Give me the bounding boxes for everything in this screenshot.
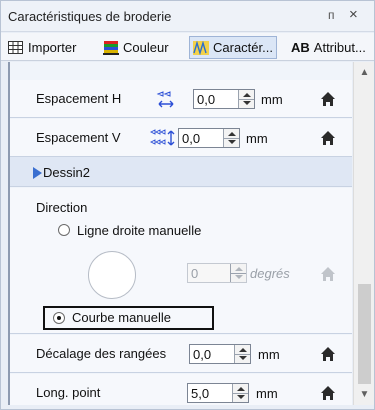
- scrollbar-thumb[interactable]: [358, 284, 371, 384]
- properties-list: Espacement H 0,0 mm Espacement V 0,0 mm …: [8, 62, 352, 405]
- long-point-unit: mm: [256, 386, 278, 401]
- espacement-h-spin-buttons[interactable]: [238, 90, 254, 108]
- espacement-v-label: Espacement V: [36, 130, 121, 145]
- espacement-h-unit: mm: [261, 92, 283, 107]
- stitch-pattern-icon: [193, 40, 209, 55]
- espacement-h-label: Espacement H: [36, 91, 122, 106]
- embroidery-properties-panel: Caractéristiques de broderie ᴨ × Importe…: [0, 0, 375, 410]
- section-dessin2[interactable]: Dessin2: [10, 157, 352, 187]
- tab-couleur-label: Couleur: [123, 40, 169, 55]
- radio-manual-line-label[interactable]: Ligne droite manuelle: [77, 223, 201, 238]
- expand-triangle-icon[interactable]: [33, 167, 42, 179]
- radio-manual-curve[interactable]: [53, 312, 65, 324]
- decalage-unit: mm: [258, 347, 280, 362]
- home-default-icon[interactable]: [321, 386, 335, 400]
- ab-text-icon: AB: [291, 40, 310, 55]
- espacement-v-unit: mm: [246, 131, 268, 146]
- espacement-h-stepper[interactable]: 0,0: [193, 89, 255, 109]
- tab-couleur[interactable]: Couleur: [100, 36, 172, 59]
- angle-dial[interactable]: [88, 251, 136, 299]
- tab-importer-label: Importer: [28, 40, 77, 55]
- row-espacement-h: Espacement H 0,0 mm: [10, 80, 352, 118]
- horizontal-spacing-icon: [156, 91, 174, 108]
- espacement-v-value[interactable]: 0,0: [182, 131, 200, 146]
- direction-label: Direction: [36, 200, 88, 215]
- tab-caracteristiques[interactable]: Caractér...: [189, 36, 277, 59]
- long-point-stepper[interactable]: 5,0: [187, 383, 249, 403]
- tab-attributs-label: Attribut...: [313, 40, 366, 55]
- decalage-value[interactable]: 0,0: [193, 347, 211, 362]
- angle-unit: degrés: [250, 266, 290, 281]
- espacement-h-value[interactable]: 0,0: [197, 92, 215, 107]
- row-long-point: Long. point 5,0 mm: [10, 374, 352, 405]
- grid-icon: [8, 40, 23, 54]
- row-decalage: Décalage des rangées 0,0 mm: [10, 335, 352, 373]
- panel-title: Caractéristiques de broderie: [8, 9, 172, 24]
- vertical-spacing-icon: [150, 129, 175, 146]
- angle-stepper[interactable]: 0: [187, 263, 247, 283]
- vertical-scrollbar[interactable]: ▲ ▼: [353, 62, 374, 405]
- angle-value[interactable]: 0: [191, 266, 198, 281]
- radio-manual-line[interactable]: [58, 224, 70, 236]
- tab-bar: Importer Couleur Caractér... AB Attribut…: [1, 33, 374, 61]
- espacement-v-stepper[interactable]: 0,0: [178, 128, 240, 148]
- espacement-v-spin-buttons[interactable]: [223, 129, 239, 147]
- decalage-spin-buttons[interactable]: [234, 345, 250, 363]
- pin-icon[interactable]: ᴨ: [328, 8, 335, 22]
- decalage-stepper[interactable]: 0,0: [189, 344, 251, 364]
- tab-importer[interactable]: Importer: [5, 36, 79, 59]
- home-default-icon: [321, 267, 335, 281]
- home-default-icon[interactable]: [321, 92, 335, 106]
- long-point-value[interactable]: 5,0: [191, 386, 209, 401]
- tab-attributs[interactable]: AB Attribut...: [288, 36, 369, 59]
- panel-titlebar: Caractéristiques de broderie ᴨ ×: [1, 1, 374, 32]
- angle-spin-buttons[interactable]: [230, 264, 246, 282]
- color-stripes-icon: [103, 40, 119, 55]
- direction-group: Direction Ligne droite manuelle 0 degrés…: [10, 188, 352, 334]
- scroll-down-icon[interactable]: ▼: [354, 386, 375, 404]
- home-default-icon[interactable]: [321, 131, 335, 145]
- tab-caracteristiques-label: Caractér...: [213, 40, 273, 55]
- decalage-label: Décalage des rangées: [36, 346, 167, 361]
- row-espacement-v: Espacement V 0,0 mm: [10, 119, 352, 157]
- long-point-spin-buttons[interactable]: [232, 384, 248, 402]
- close-icon[interactable]: ×: [349, 6, 358, 23]
- radio-manual-curve-label[interactable]: Courbe manuelle: [72, 310, 171, 325]
- scroll-up-icon[interactable]: ▲: [354, 64, 375, 82]
- long-point-label: Long. point: [36, 385, 101, 400]
- section-dessin2-label: Dessin2: [43, 165, 90, 180]
- home-default-icon[interactable]: [321, 347, 335, 361]
